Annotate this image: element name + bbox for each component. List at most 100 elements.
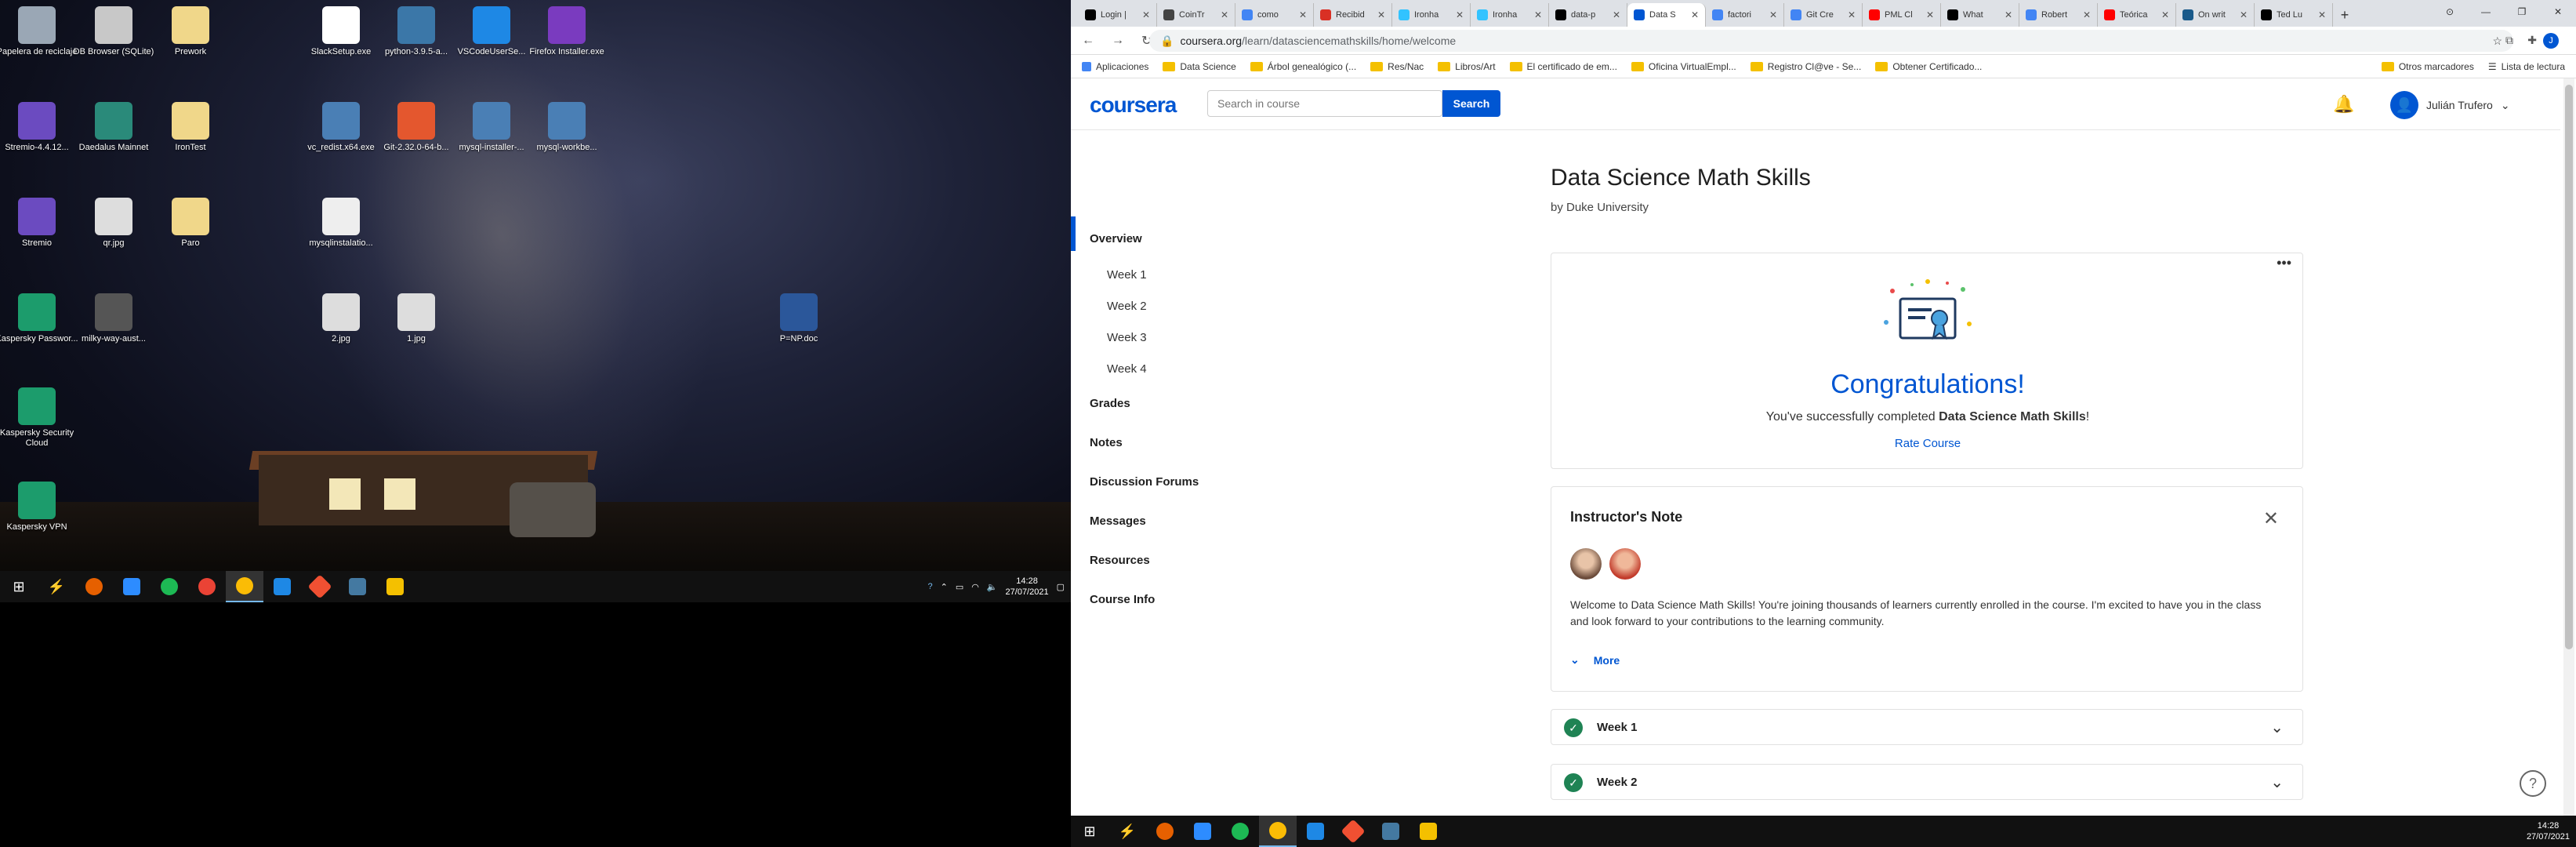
desktop-icon[interactable]: mysql-workbe... — [524, 102, 610, 153]
reading-list[interactable]: ☰ Lista de lectura — [2488, 61, 2565, 72]
mysql-icon[interactable] — [339, 571, 376, 602]
close-tab-icon[interactable]: ✕ — [1377, 9, 1385, 20]
close-tab-icon[interactable]: ✕ — [1221, 9, 1228, 20]
mysql-icon[interactable] — [1372, 816, 1410, 847]
wifi-icon[interactable]: ◠ — [971, 582, 979, 592]
close-tab-icon[interactable]: ✕ — [2083, 9, 2091, 20]
desktop-icon[interactable]: Stremio — [0, 198, 80, 249]
close-tab-icon[interactable]: ✕ — [1848, 9, 1856, 20]
bookmark-item[interactable]: Res/Nac — [1370, 61, 1424, 72]
git-icon[interactable] — [1334, 816, 1372, 847]
winamp-icon[interactable]: ⚡ — [1108, 816, 1146, 847]
bookmark-item[interactable]: Libros/Art — [1438, 61, 1496, 72]
nav-overview[interactable]: Overview — [1090, 232, 1142, 245]
puzzle-icon[interactable]: ✚ — [2527, 34, 2537, 47]
spotify-icon[interactable] — [1221, 816, 1259, 847]
git-icon[interactable] — [301, 571, 339, 602]
desktop-icon[interactable]: vc_redist.x64.exe — [298, 102, 384, 153]
close-tab-icon[interactable]: ✕ — [1769, 9, 1777, 20]
chrome-active-icon[interactable] — [1259, 816, 1297, 847]
close-tab-icon[interactable]: ✕ — [1534, 9, 1542, 20]
file-explorer-icon[interactable] — [1410, 816, 1447, 847]
close-tab-icon[interactable]: ✕ — [2318, 9, 2326, 20]
file-explorer-icon[interactable] — [376, 571, 414, 602]
start-button[interactable]: ⊞ — [1071, 816, 1108, 847]
browser-tab[interactable]: CoinTr ✕ — [1157, 3, 1235, 27]
desktop-icon[interactable]: milky-way-aust... — [71, 293, 157, 344]
more-toggle[interactable]: ⌄ More — [1570, 653, 1620, 667]
zoom-icon[interactable] — [113, 571, 151, 602]
spotify-icon[interactable] — [151, 571, 188, 602]
close-tab-icon[interactable]: ✕ — [1299, 9, 1307, 20]
close-tab-icon[interactable]: ✕ — [2161, 9, 2169, 20]
volume-icon[interactable]: 🔈 — [987, 582, 998, 592]
close-tab-icon[interactable]: ✕ — [1926, 9, 1934, 20]
nav-week-3[interactable]: Week 3 — [1107, 331, 1147, 344]
new-tab-button[interactable]: + — [2333, 3, 2356, 27]
desktop-icon[interactable]: Stremio-4.4.12... — [0, 102, 80, 153]
desktop-icon[interactable]: Git-2.32.0-64-b... — [373, 102, 459, 153]
profile-icon[interactable]: J — [2543, 32, 2559, 49]
desktop-icon[interactable]: python-3.9.5-a... — [373, 6, 459, 57]
notification-icon[interactable]: ▢ — [1057, 582, 1065, 592]
desktop-icon[interactable]: SlackSetup.exe — [298, 6, 384, 57]
nav-discussion-forums[interactable]: Discussion Forums — [1090, 475, 1199, 489]
bookmark-item[interactable]: Aplicaciones — [1082, 61, 1148, 72]
browser-tab[interactable]: Teórica ✕ — [2098, 3, 2176, 27]
bookmark-item[interactable]: Data Science — [1163, 61, 1236, 72]
browser-tab[interactable]: como ✕ — [1235, 3, 1314, 27]
browser-tab[interactable]: Login | ✕ — [1079, 3, 1157, 27]
close-tab-icon[interactable]: ✕ — [1691, 9, 1699, 20]
desktop-icon[interactable]: IronTest — [147, 102, 234, 153]
more-options-icon[interactable]: ••• — [2277, 255, 2291, 271]
nav-course-info[interactable]: Course Info — [1090, 593, 1155, 606]
bookmark-item[interactable]: Registro Cl@ve - Se... — [1750, 61, 1861, 72]
search-button[interactable]: Search — [1442, 90, 1500, 117]
address-bar[interactable]: 🔒 coursera.org/learn/datasciencemathskil… — [1149, 30, 2513, 52]
desktop-icon[interactable]: Prework — [147, 6, 234, 57]
chrome-active-icon[interactable] — [226, 571, 263, 602]
start-button[interactable]: ⊞ — [0, 571, 38, 602]
chrome-icon[interactable] — [188, 571, 226, 602]
desktop-icon[interactable]: VSCodeUserSe... — [448, 6, 535, 57]
close-tab-icon[interactable]: ✕ — [2240, 9, 2248, 20]
close-tab-icon[interactable]: ✕ — [1613, 9, 1620, 20]
close-window-button[interactable]: ✕ — [2540, 0, 2576, 24]
desktop-icon[interactable]: P=NP.doc — [756, 293, 842, 344]
restore-button[interactable]: ❐ — [2504, 0, 2540, 24]
close-icon[interactable]: ✕ — [2263, 507, 2279, 530]
browser-tab[interactable]: Data S ✕ — [1627, 3, 1706, 27]
clock[interactable]: 14:28 27/07/2021 — [2527, 820, 2570, 842]
scrollbar-thumb[interactable] — [2565, 85, 2573, 649]
coursera-logo[interactable]: coursera — [1090, 93, 1177, 118]
forward-icon[interactable]: → — [1112, 34, 1124, 48]
nav-messages[interactable]: Messages — [1090, 514, 1146, 528]
star-icon[interactable]: ☆ — [2492, 35, 2502, 48]
bookmark-item[interactable]: El certificado de em... — [1509, 61, 1617, 72]
user-menu[interactable]: 👤 Julián Trufero ⌄ — [2390, 91, 2510, 119]
desktop-icon[interactable]: Kaspersky VPN — [0, 482, 80, 533]
winamp-icon[interactable]: ⚡ — [38, 571, 75, 602]
browser-tab[interactable]: PML Cl ✕ — [1863, 3, 1941, 27]
browser-tab[interactable]: What ✕ — [1941, 3, 2019, 27]
nav-week-2[interactable]: Week 2 — [1107, 300, 1147, 313]
bookmark-item[interactable]: Oficina VirtualEmpl... — [1631, 61, 1736, 72]
desktop-icon[interactable]: Paro — [147, 198, 234, 249]
battery-icon[interactable]: ▭ — [956, 582, 963, 592]
desktop-icon[interactable]: 2.jpg — [298, 293, 384, 344]
nav-grades[interactable]: Grades — [1090, 397, 1130, 410]
desktop-icon[interactable]: 1.jpg — [373, 293, 459, 344]
firefox-icon[interactable] — [75, 571, 113, 602]
close-tab-icon[interactable]: ✕ — [2005, 9, 2012, 20]
vscode-icon[interactable] — [263, 571, 301, 602]
zoom-icon[interactable] — [1184, 816, 1221, 847]
help-icon[interactable]: ? — [2520, 770, 2546, 797]
desktop-icon[interactable]: mysqlinstalatio... — [298, 198, 384, 249]
desktop-icon[interactable]: Papelera de reciclaje — [0, 6, 80, 57]
browser-tab[interactable]: Robert ✕ — [2019, 3, 2098, 27]
browser-tab[interactable]: Ironha ✕ — [1471, 3, 1549, 27]
close-tab-icon[interactable]: ✕ — [1142, 9, 1150, 20]
desktop-icon[interactable]: mysql-installer-... — [448, 102, 535, 153]
back-icon[interactable]: ← — [1082, 34, 1094, 48]
help-icon[interactable]: ? — [927, 582, 932, 591]
